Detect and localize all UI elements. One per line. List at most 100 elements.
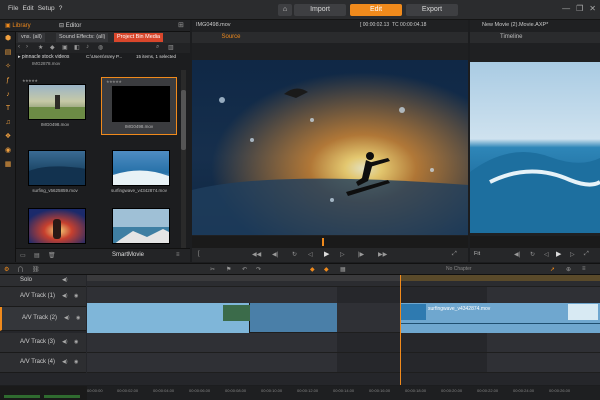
library-scrollbar[interactable] bbox=[181, 70, 186, 248]
settings-icon[interactable]: ⚙ bbox=[4, 266, 9, 273]
project-filter-icon[interactable]: ◍ bbox=[98, 44, 103, 51]
speaker-icon[interactable]: ◀) bbox=[64, 315, 70, 321]
library-item-selected[interactable]: ★★★★★ IMG0498.mov bbox=[101, 77, 177, 135]
add-marker-icon[interactable]: ◆ bbox=[324, 266, 329, 273]
step-forward-icon[interactable]: |▶ bbox=[358, 251, 364, 258]
fast-forward-icon[interactable]: ▶▶ bbox=[378, 251, 387, 258]
edit-button[interactable]: Edit bbox=[350, 4, 402, 16]
eye-icon[interactable]: ◉ bbox=[74, 359, 78, 365]
chapter-marker-icon[interactable]: ◆ bbox=[310, 266, 315, 273]
source-playhead[interactable] bbox=[322, 238, 324, 246]
library-item[interactable] bbox=[18, 208, 92, 252]
speaker-icon[interactable]: ◀) bbox=[62, 339, 68, 345]
scroll-thumb[interactable] bbox=[181, 90, 186, 150]
library-filter-all[interactable]: vns. (all) bbox=[18, 33, 45, 42]
video-clip[interactable]: surfingwave_v4342874.mov bbox=[400, 303, 600, 333]
disc-icon[interactable]: ◉ bbox=[4, 147, 12, 155]
eye-icon[interactable]: ◉ bbox=[74, 293, 78, 299]
smartmovie-label[interactable]: SmartMovie bbox=[112, 252, 144, 258]
expand-icon[interactable]: ⊞ bbox=[178, 21, 184, 29]
link-icon[interactable]: ⛓ bbox=[32, 266, 40, 273]
forward-icon[interactable]: › bbox=[26, 44, 28, 50]
track-lane[interactable] bbox=[87, 353, 600, 373]
back-icon[interactable]: ‹ bbox=[18, 44, 20, 50]
magnet-icon[interactable]: ⋂ bbox=[18, 266, 23, 273]
montage-icon[interactable]: ❖ bbox=[4, 133, 12, 141]
timeline-menu-icon[interactable]: ≡ bbox=[582, 266, 586, 272]
step-back-icon[interactable]: ◀| bbox=[514, 251, 520, 258]
restore-icon[interactable]: ❐ bbox=[576, 4, 583, 13]
play-icon[interactable]: ▶ bbox=[556, 250, 561, 258]
photo-filter-icon[interactable]: ◧ bbox=[74, 44, 80, 51]
next-frame-icon[interactable]: ▷ bbox=[340, 251, 345, 258]
menu-file[interactable]: File bbox=[8, 5, 18, 12]
timeline-preview[interactable] bbox=[470, 62, 600, 233]
timeline-preview-scrubber[interactable] bbox=[470, 236, 600, 248]
eye-icon[interactable]: ◉ bbox=[76, 315, 80, 321]
library-item[interactable]: surfingwave_v4342874.mov bbox=[102, 150, 176, 194]
loop-icon[interactable]: ↻ bbox=[530, 251, 535, 258]
source-preview[interactable] bbox=[192, 60, 468, 235]
titles-icon[interactable]: T bbox=[4, 105, 12, 113]
export-button[interactable]: Export bbox=[406, 4, 458, 16]
video-filter-icon[interactable]: ▣ bbox=[62, 44, 68, 51]
timeline-ruler[interactable]: 00:00:00 00:00:02.00 00:00:04.00 00:00:0… bbox=[87, 386, 600, 400]
search-icon[interactable]: ⌕ bbox=[156, 44, 159, 51]
speaker-icon[interactable]: ◀) bbox=[62, 359, 68, 365]
library-project-bin[interactable]: Project Bin Media bbox=[114, 33, 164, 42]
audio-filter-icon[interactable]: ♪ bbox=[86, 44, 89, 50]
tag-icon[interactable]: ◆ bbox=[50, 44, 55, 51]
fullscreen-icon[interactable]: ⤢ bbox=[584, 251, 589, 258]
menu-help[interactable]: ? bbox=[59, 5, 63, 12]
tab-source[interactable]: Source bbox=[196, 33, 266, 42]
undo-icon[interactable]: ↶ bbox=[242, 266, 247, 273]
chapter-dropdown[interactable]: No Chapter bbox=[446, 266, 472, 272]
library-item[interactable]: ★★★★★ IMG0498.mov bbox=[18, 78, 92, 128]
track-lane[interactable] bbox=[87, 333, 600, 353]
delete-icon[interactable]: 🗑 bbox=[48, 252, 56, 259]
rating-stars[interactable]: ★★★★★ bbox=[106, 79, 122, 84]
music-icon[interactable]: ♪ bbox=[4, 91, 12, 99]
timeline-playhead[interactable] bbox=[400, 275, 401, 385]
play-icon[interactable]: ▶ bbox=[324, 250, 329, 258]
razor-icon[interactable]: ✂ bbox=[210, 266, 215, 273]
folder-icon[interactable]: ▤ bbox=[34, 252, 40, 259]
tab-library[interactable]: ▣ Library bbox=[2, 21, 34, 31]
speaker-icon[interactable]: ◀) bbox=[62, 277, 68, 283]
transitions-icon[interactable]: ✧ bbox=[4, 63, 12, 71]
library-filter-sound-effects[interactable]: Sound Effects: (all) bbox=[56, 33, 109, 42]
tray-icon[interactable]: ▭ bbox=[20, 252, 26, 259]
minimize-icon[interactable]: — bbox=[562, 4, 570, 13]
fullscreen-icon[interactable]: ⤢ bbox=[452, 251, 457, 258]
next-frame-icon[interactable]: ▷ bbox=[570, 251, 575, 258]
source-scrubber[interactable] bbox=[192, 236, 468, 248]
trash-icon[interactable]: ▦ bbox=[340, 266, 346, 273]
close-icon[interactable]: ✕ bbox=[589, 4, 596, 13]
menu-edit[interactable]: Edit bbox=[22, 5, 33, 12]
step-back-icon[interactable]: ◀| bbox=[272, 251, 278, 258]
rewind-icon[interactable]: ◀◀ bbox=[252, 251, 261, 258]
effects-icon[interactable]: ƒ bbox=[4, 77, 12, 85]
import-button[interactable]: Import bbox=[294, 4, 346, 16]
pointer-icon[interactable]: ➚ bbox=[550, 266, 555, 273]
tab-timeline[interactable]: Timeline bbox=[500, 33, 522, 42]
prev-frame-icon[interactable]: ◁ bbox=[308, 251, 313, 258]
marker-icon[interactable]: ⚑ bbox=[226, 266, 231, 273]
loop-icon[interactable]: ↻ bbox=[292, 251, 297, 258]
themes-icon[interactable]: ▦ bbox=[4, 161, 12, 169]
rating-stars[interactable]: ★★★★★ bbox=[22, 78, 38, 83]
menu-icon[interactable]: ≡ bbox=[176, 252, 180, 258]
library-item[interactable] bbox=[102, 208, 176, 252]
star-icon[interactable]: ★ bbox=[38, 44, 43, 51]
media-icon[interactable]: ▤ bbox=[4, 49, 12, 57]
speaker-icon[interactable]: ◀) bbox=[62, 293, 68, 299]
redo-icon[interactable]: ↷ bbox=[256, 266, 261, 273]
library-item[interactable]: surfing_v5625859.mov bbox=[18, 150, 92, 194]
sound-icon[interactable]: ♫ bbox=[4, 119, 12, 127]
menu-setup[interactable]: Setup bbox=[38, 5, 55, 12]
zoom-icon[interactable]: ⊕ bbox=[566, 266, 571, 273]
tab-editor[interactable]: ⊟ Editor bbox=[56, 21, 84, 31]
home-button[interactable]: ⌂ bbox=[278, 4, 292, 16]
prev-frame-icon[interactable]: ◁ bbox=[544, 251, 549, 258]
mark-in-icon[interactable]: [ bbox=[198, 251, 200, 257]
